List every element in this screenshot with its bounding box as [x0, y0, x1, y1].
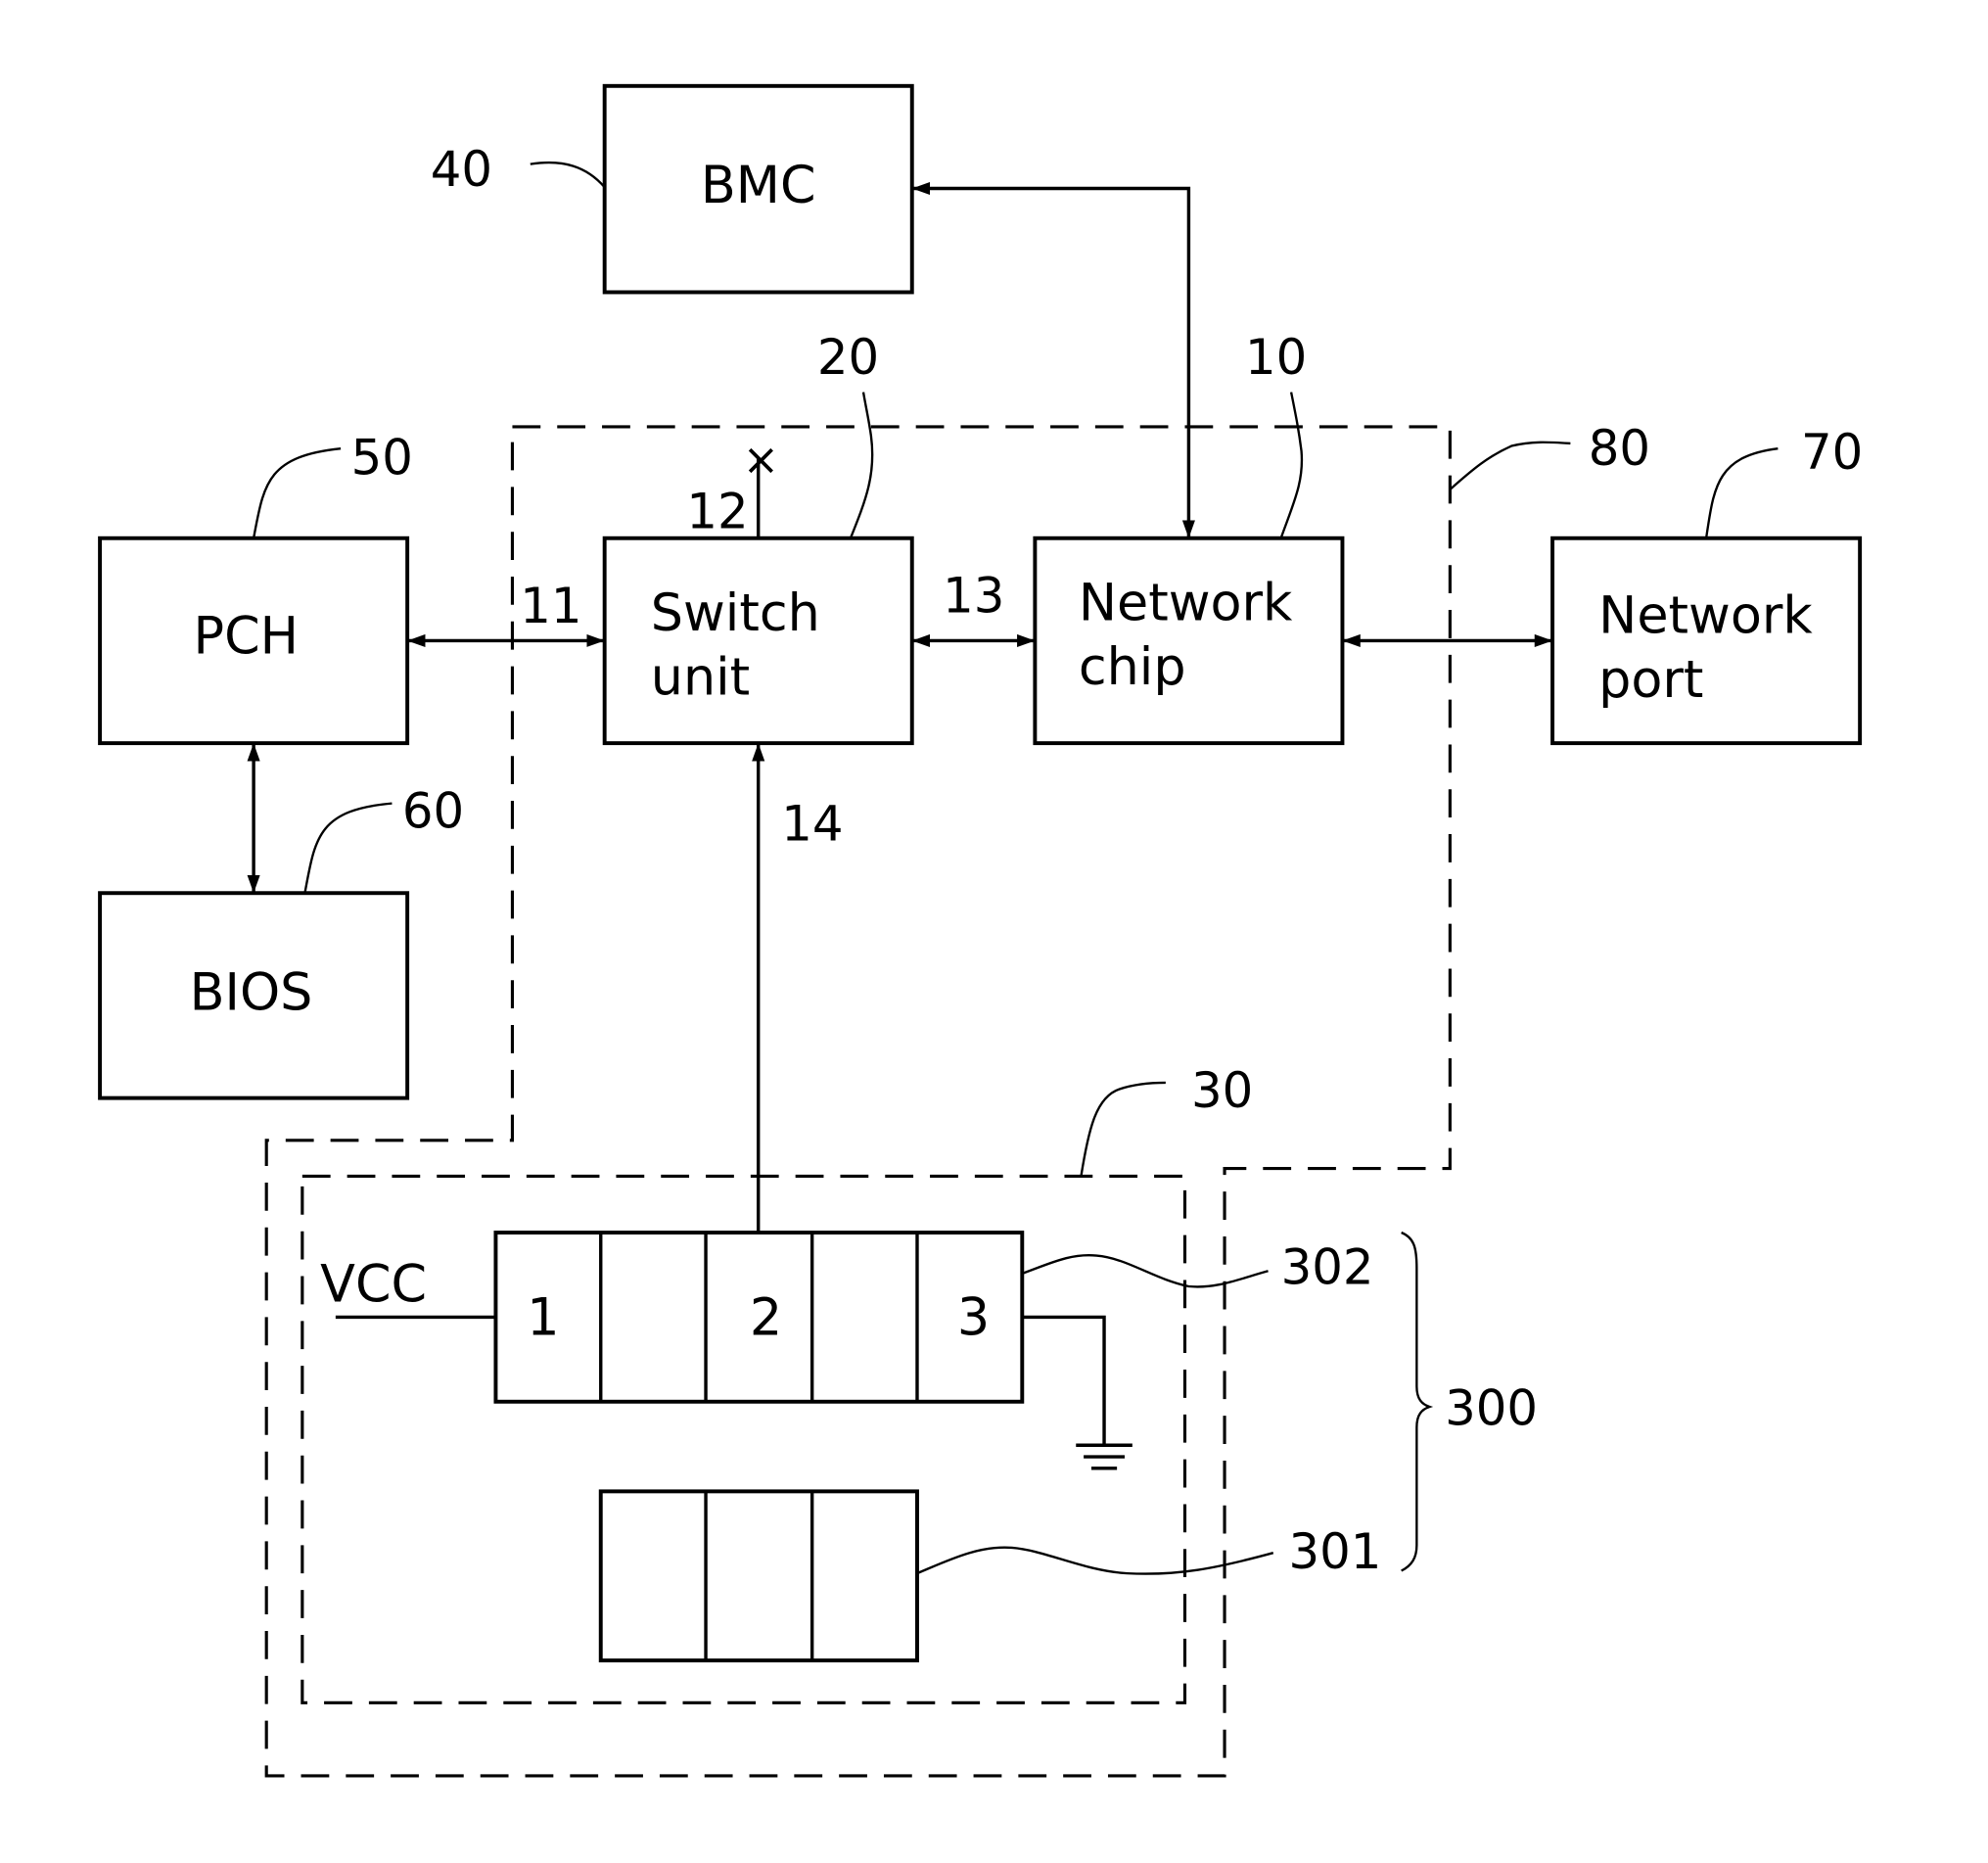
leader-60 [303, 802, 393, 894]
network-port-label-line2: port [1598, 650, 1703, 710]
bios-block: BIOS [98, 891, 410, 1100]
network-port-label-line1: Network [1598, 586, 1813, 646]
ref-20: 20 [817, 329, 879, 386]
pin-2-label: 2 [750, 1288, 782, 1348]
connection-label-13: 13 [943, 568, 1004, 625]
ground-icon [1076, 1443, 1133, 1470]
unconnected-x-icon: × [743, 435, 779, 485]
pch-block: PCH [98, 536, 410, 746]
leader-50 [252, 446, 342, 538]
ref-80: 80 [1589, 420, 1650, 477]
ref-50: 50 [351, 429, 413, 486]
bmc-network-chip-connection [911, 181, 1195, 538]
block-diagram: BMC 40 PCH 50 BIOS 60 Switch unit 20 Net… [98, 83, 1863, 1778]
network-port-block: Network port [1550, 536, 1863, 746]
brace-300 [1401, 1231, 1434, 1572]
switch-unit-label-line2: unit [651, 647, 750, 707]
pch-label: PCH [194, 607, 299, 667]
ref-301: 301 [1288, 1523, 1381, 1580]
leader-70 [1704, 446, 1779, 538]
ref-40: 40 [431, 141, 492, 198]
ref-30: 30 [1191, 1062, 1253, 1119]
leader-10 [1279, 392, 1304, 539]
network-chip-block: Network chip [1033, 536, 1345, 746]
bios-label: BIOS [190, 962, 313, 1022]
network-chip-label-line1: Network [1079, 574, 1293, 633]
jumper-cap-301 [598, 1489, 919, 1663]
ref-60: 60 [402, 783, 464, 840]
pin-3-label: 3 [957, 1288, 990, 1348]
leader-20 [849, 392, 874, 539]
leader-30 [1080, 1081, 1166, 1177]
ref-10: 10 [1245, 329, 1307, 386]
switch-unit-block: Switch unit [602, 536, 914, 746]
network-chip-label-line2: chip [1079, 637, 1186, 697]
ref-70: 70 [1801, 424, 1863, 481]
bmc-label: BMC [701, 156, 816, 215]
leader-302 [1021, 1254, 1269, 1288]
ref-302: 302 [1281, 1238, 1374, 1295]
leader-40 [530, 161, 606, 188]
pin-1-label: 1 [527, 1288, 559, 1348]
connection-label-14: 14 [781, 796, 843, 853]
switch-unit-label-line1: Switch [651, 583, 820, 643]
bmc-block: BMC [602, 83, 914, 295]
ground-wire [1022, 1315, 1106, 1446]
jumper-header-302: 1 2 3 [493, 1231, 1025, 1404]
leader-80 [1449, 441, 1571, 490]
vcc-label: VCC [320, 1255, 427, 1315]
leader-301 [916, 1546, 1274, 1575]
ref-300: 300 [1445, 1379, 1538, 1436]
connection-label-11: 11 [520, 578, 581, 634]
connection-label-12: 12 [686, 483, 748, 539]
